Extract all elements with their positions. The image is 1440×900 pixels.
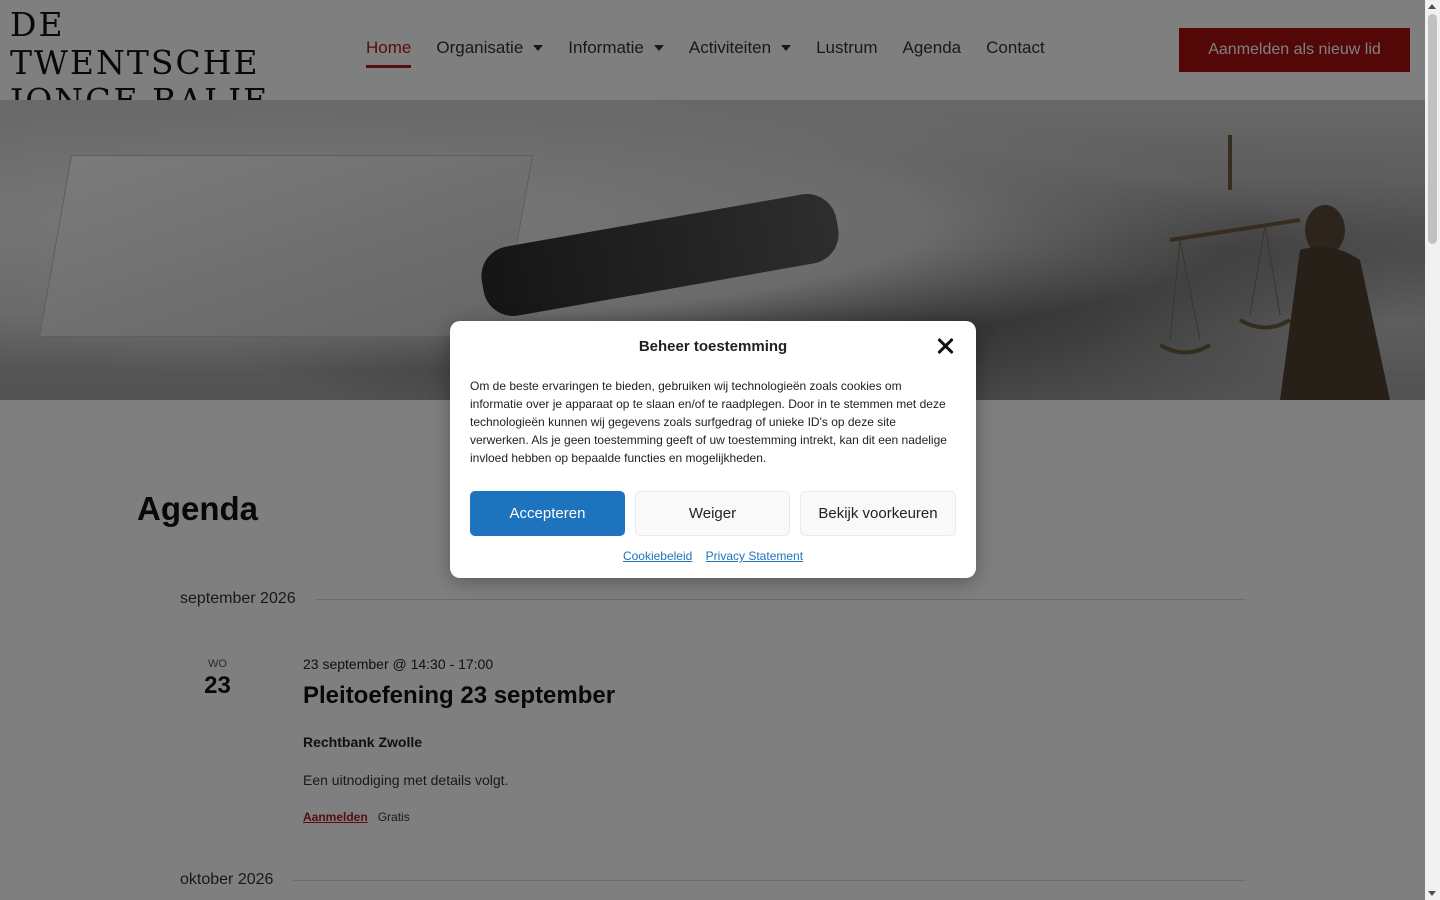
- privacy-statement-link[interactable]: Privacy Statement: [706, 549, 803, 563]
- dialog-links: Cookiebeleid Privacy Statement: [450, 549, 976, 563]
- accept-button[interactable]: Accepteren: [470, 491, 625, 536]
- scrollbar-thumb[interactable]: [1428, 14, 1437, 244]
- page-scrollbar[interactable]: [1425, 0, 1440, 900]
- close-icon[interactable]: [934, 335, 956, 357]
- dialog-title: Beheer toestemming: [638, 338, 788, 355]
- scroll-up-arrow-icon[interactable]: [1428, 4, 1436, 9]
- deny-button[interactable]: Weiger: [635, 491, 790, 536]
- dialog-actions: Accepteren Weiger Bekijk voorkeuren: [470, 491, 956, 536]
- scroll-down-arrow-icon[interactable]: [1428, 891, 1436, 896]
- cookie-consent-dialog: Beheer toestemming Om de beste ervaringe…: [450, 321, 976, 578]
- cookie-policy-link[interactable]: Cookiebeleid: [623, 549, 692, 563]
- view-preferences-button[interactable]: Bekijk voorkeuren: [800, 491, 956, 536]
- dialog-message: Om de beste ervaringen te bieden, gebrui…: [470, 379, 947, 465]
